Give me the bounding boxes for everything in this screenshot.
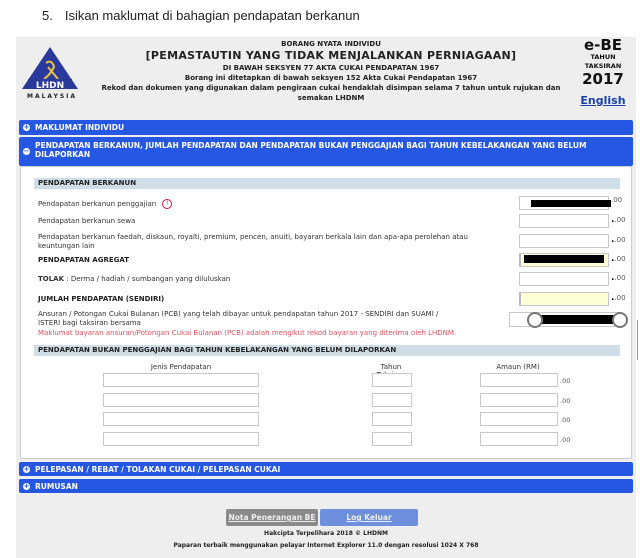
label-tolak-derma: TOLAK : Derma / hadiah / sumbangan yang … (38, 275, 231, 283)
cents-suffix: ..00 (611, 293, 626, 303)
redacted-value (524, 255, 604, 263)
form-code: e-BE (583, 36, 623, 54)
accordion-label: PENDAPATAN BERKANUN, JUMLAH PENDAPATAN D… (35, 141, 587, 159)
redacted-value (533, 315, 617, 324)
form-subtitle: DI BAWAH SEKSYEN 77 AKTA CUKAI PENDAPATA… (222, 64, 440, 72)
cents-suffix: ..00 (611, 273, 626, 283)
plus-circle-icon: + (23, 465, 30, 473)
cents-suffix: ..00 (611, 254, 626, 264)
logo-country: MALAYSIA (26, 93, 78, 100)
accordion-pendapatan-berkanun[interactable]: − PENDAPATAN BERKANUN, JUMLAH PENDAPATAN… (19, 137, 633, 166)
input-amaun-1[interactable] (480, 373, 558, 387)
form-record-note: Rekod dan dokumen yang digunakan dalam p… (101, 84, 561, 102)
input-jumlah-pendapatan (519, 292, 609, 306)
form-title: [PEMASTAUTIN YANG TIDAK MENJALANKAN PERN… (145, 49, 517, 62)
input-amaun-4[interactable] (480, 432, 558, 446)
scrollbar[interactable] (637, 320, 638, 360)
label-pcb: Ansuran / Potongan Cukai Bulanan (PCB) y… (38, 310, 439, 327)
cents-suffix: .00 (560, 397, 571, 405)
info-icon[interactable]: ! (162, 199, 173, 209)
form-legal-note: Borang ini ditetapkan di bawah seksyen 1… (184, 74, 478, 82)
col-header-amaun: Amaun (RM) (496, 363, 540, 371)
input-amaun-3[interactable] (480, 412, 558, 426)
pcb-note: Maklumat bayaran ansuran/Potongan Cukai … (38, 329, 457, 337)
input-tahun-4[interactable] (372, 432, 412, 446)
accordion-rumusan[interactable]: + RUMUSAN (19, 479, 633, 493)
label-jumlah-pendapatan: JUMLAH PENDAPATAN (SENDIRI) (38, 295, 165, 303)
redaction-handle-icon (527, 312, 543, 328)
input-amaun-2[interactable] (480, 393, 558, 407)
form-header: LHDN MALAYSIA BORANG NYATA INDIVIDU [PEM… (16, 37, 636, 115)
input-tahun-2[interactable] (372, 393, 412, 407)
label-pendapatan-penggajian: Pendapatan berkanun penggajian! (38, 199, 173, 209)
ebe-form-page: LHDN MALAYSIA BORANG NYATA INDIVIDU [PEM… (16, 37, 636, 558)
browser-note: Paparan terbaik menggunakan pelayar Inte… (173, 542, 479, 549)
input-jenis-4[interactable] (103, 432, 259, 446)
cents-suffix: .00 (560, 436, 571, 444)
input-tahun-1[interactable] (372, 373, 412, 387)
step-text: Isikan maklumat di bahagian pendapatan b… (64, 8, 360, 23)
cents-suffix: ..00 (611, 215, 626, 225)
input-jenis-1[interactable] (103, 373, 259, 387)
cents-suffix: ..00 (611, 235, 626, 245)
assessment-year: 2017 (582, 70, 624, 88)
cents-suffix: .00 (560, 416, 571, 424)
section-heading-bukan-penggajian: PENDAPATAN BUKAN PENGGAJIAN BAGI TAHUN K… (34, 345, 620, 356)
cents-suffix: .00 (560, 377, 571, 385)
lhdn-logo-icon: LHDN (22, 47, 78, 91)
label-pendapatan-sewa: Pendapatan berkanun sewa (38, 217, 136, 225)
input-jenis-3[interactable] (103, 412, 259, 426)
redacted-value (531, 200, 611, 207)
accordion-label: PELEPASAN / REBAT / TOLAKAN CUKAI / PELE… (35, 465, 281, 474)
pendapatan-berkanun-panel: PENDAPATAN BERKANUN Pendapatan berkanun … (20, 166, 632, 459)
accordion-maklumat-individu[interactable]: + MAKLUMAT INDIVIDU (19, 120, 633, 135)
redaction-handle-icon (612, 312, 628, 328)
form-type: BORANG NYATA INDIVIDU (281, 40, 381, 48)
col-header-jenis: Jenis Pendapatan (150, 363, 212, 371)
lhdn-logo: LHDN MALAYSIA (18, 45, 82, 107)
step-number: 5. (42, 8, 53, 23)
accordion-pelepasan[interactable]: + PELEPASAN / REBAT / TOLAKAN CUKAI / PE… (19, 462, 633, 476)
log-keluar-button[interactable]: Log Keluar (320, 509, 418, 526)
section-heading-pendapatan-berkanun: PENDAPATAN BERKANUN (34, 178, 620, 189)
minus-circle-icon: − (23, 147, 30, 155)
copyright-text: Hakcipta Terpelihara 2018 © LHDNM (264, 530, 388, 537)
form-title-block: BORANG NYATA INDIVIDU [PEMASTAUTIN YANG … (86, 40, 576, 103)
plus-circle-icon: + (23, 482, 30, 490)
input-tolak-derma[interactable] (519, 272, 609, 286)
english-language-link[interactable]: English (572, 94, 634, 107)
accordion-label: MAKLUMAT INDIVIDU (35, 123, 125, 132)
nota-penerangan-button[interactable]: Nota Penerangan BE (226, 509, 318, 526)
input-tahun-3[interactable] (372, 412, 412, 426)
label-pendapatan-agregat: PENDAPATAN AGREGAT (38, 256, 130, 264)
plus-circle-icon: + (23, 123, 30, 131)
label-pendapatan-faedah: Pendapatan berkanun faedah, diskaun, roy… (38, 233, 468, 250)
instruction-step: 5. Isikan maklumat di bahagian pendapatan… (42, 8, 360, 23)
cents-suffix: .00 (611, 196, 623, 204)
logo-text: LHDN (36, 81, 64, 91)
year-label-1: TAHUN (590, 53, 616, 61)
input-pendapatan-faedah[interactable] (519, 234, 609, 248)
input-jenis-2[interactable] (103, 393, 259, 407)
input-pendapatan-sewa[interactable] (519, 214, 609, 228)
form-code-block: e-BE TAHUN TAKSIRAN 2017 English (572, 37, 634, 107)
accordion-label: RUMUSAN (35, 482, 78, 491)
